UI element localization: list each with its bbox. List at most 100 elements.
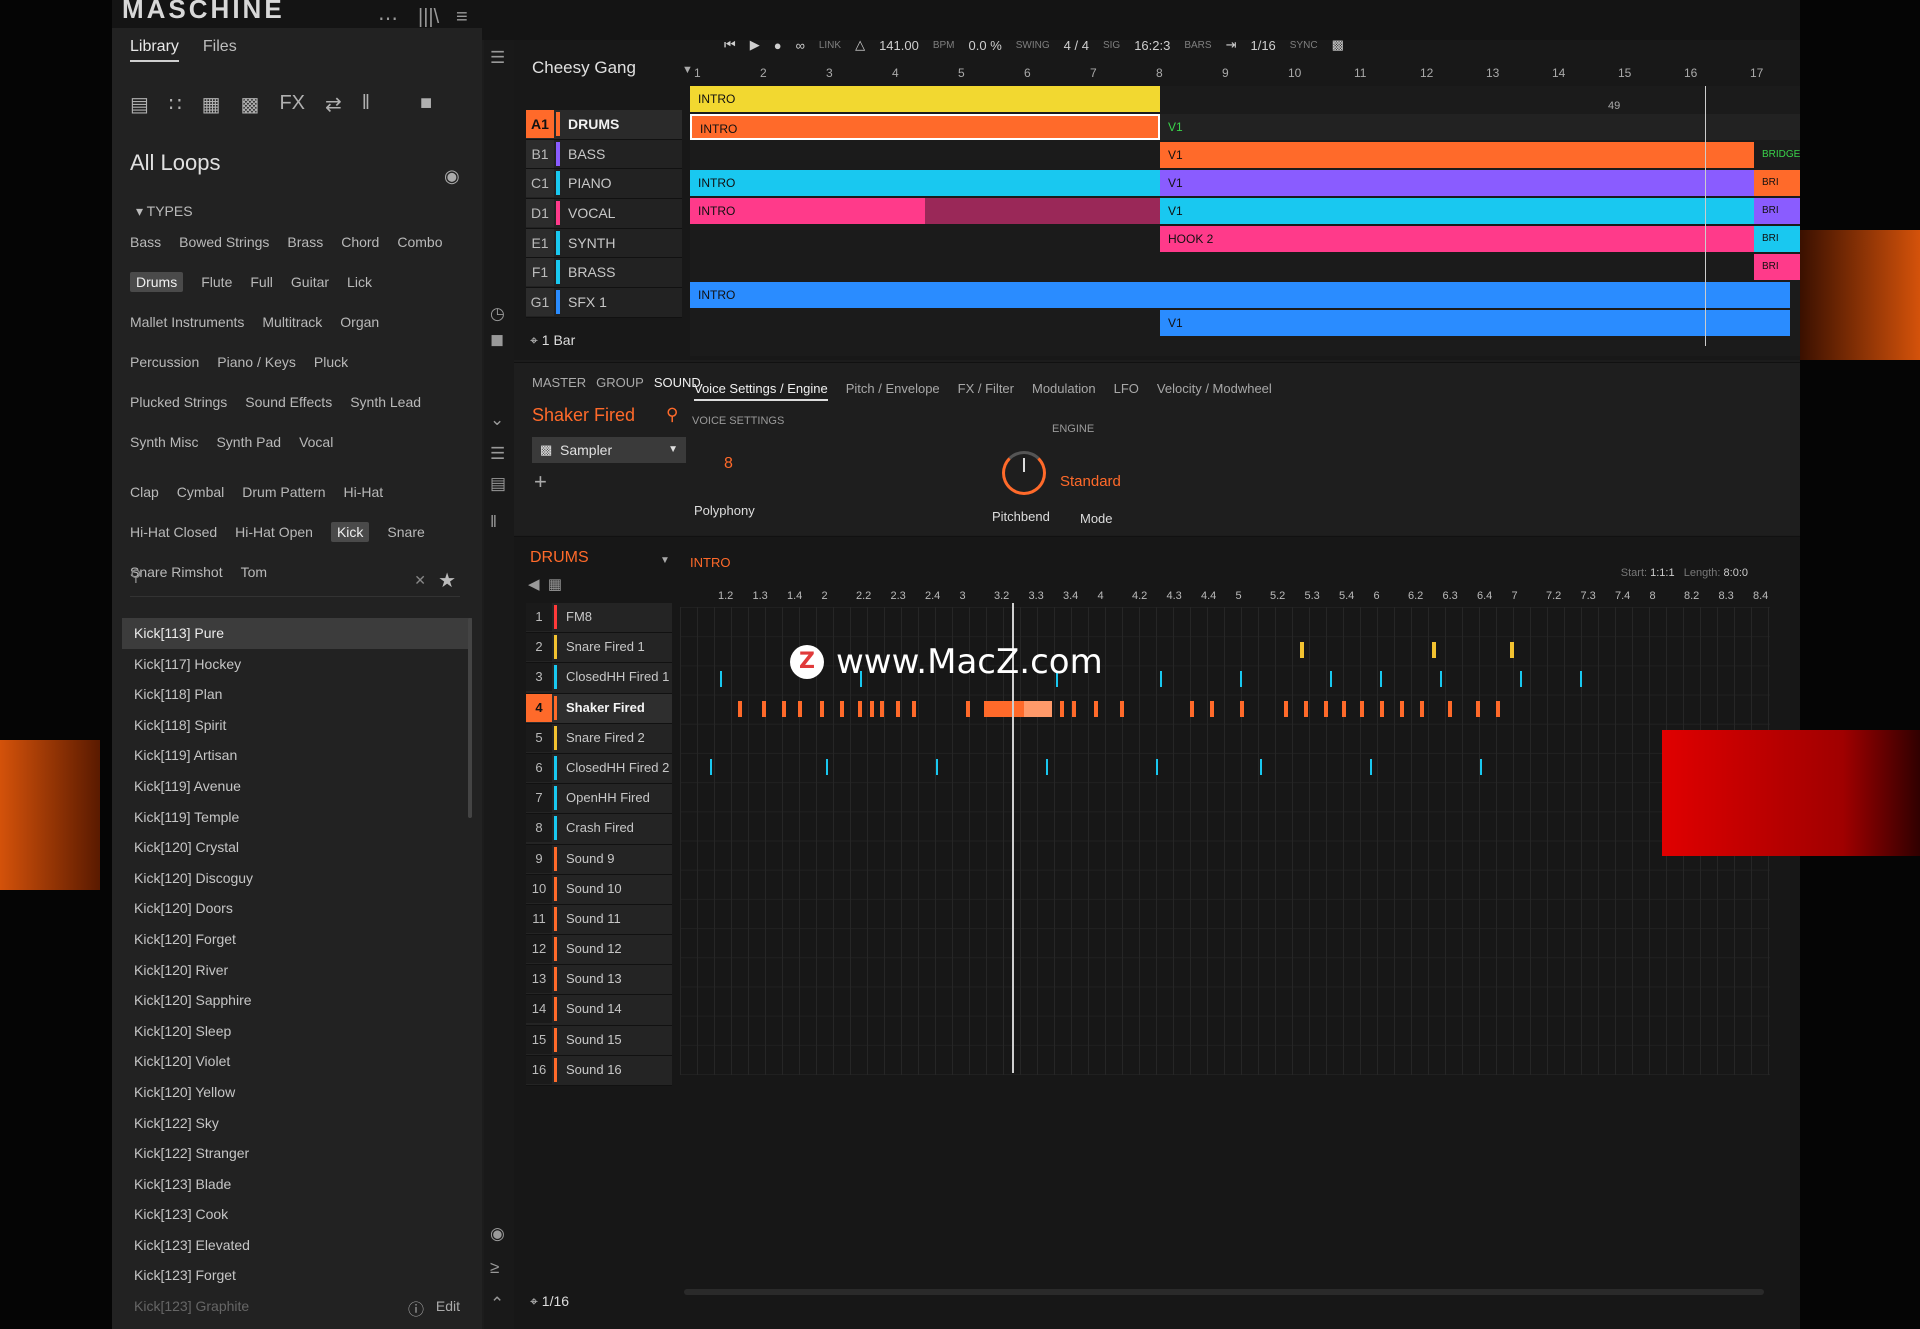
tempo-value[interactable]: 141.00 bbox=[879, 38, 919, 53]
note-event[interactable] bbox=[1324, 700, 1328, 717]
tab-fx-filter[interactable]: FX / Filter bbox=[958, 381, 1014, 401]
tag[interactable]: Cymbal bbox=[177, 482, 224, 502]
note-event[interactable] bbox=[710, 759, 712, 775]
note-event[interactable] bbox=[1304, 700, 1308, 717]
group-row[interactable]: D1 VOCAL bbox=[526, 199, 682, 229]
pitchbend-knob[interactable] bbox=[1002, 451, 1046, 495]
chevron-up-icon[interactable]: ⌃ bbox=[490, 1294, 504, 1314]
tag[interactable]: Full bbox=[250, 272, 273, 292]
sound-row[interactable]: 9 Sound 9 bbox=[526, 844, 672, 875]
clock-icon[interactable]: ◷ bbox=[490, 304, 505, 324]
note-event[interactable] bbox=[1284, 700, 1288, 717]
clip-bass-v1[interactable]: V1 bbox=[1160, 114, 1800, 140]
tag[interactable]: Clap bbox=[130, 482, 159, 502]
sound-row[interactable]: 6 ClosedHH Fired 2 bbox=[526, 753, 672, 785]
tab-modulation[interactable]: Modulation bbox=[1032, 381, 1096, 401]
note-event[interactable] bbox=[1448, 700, 1452, 717]
note-event[interactable] bbox=[912, 700, 916, 717]
signature-value[interactable]: 4 / 4 bbox=[1064, 38, 1089, 53]
one-shots-icon[interactable]: ‖ bbox=[362, 92, 370, 117]
tag[interactable]: Lick bbox=[347, 272, 372, 292]
follow-icon[interactable]: ⇥ bbox=[1226, 37, 1237, 53]
link-button[interactable]: LINK bbox=[819, 40, 841, 51]
tag[interactable]: Flute bbox=[201, 272, 232, 292]
note-event[interactable] bbox=[826, 759, 828, 775]
note-event[interactable] bbox=[1480, 759, 1482, 775]
tab-library[interactable]: Library bbox=[130, 38, 179, 62]
note-event[interactable] bbox=[966, 700, 970, 717]
tag[interactable]: Hi-Hat bbox=[344, 482, 384, 502]
grid-resolution[interactable]: ⌖ 1/16 bbox=[530, 1293, 569, 1310]
pad-grid-icon[interactable]: ▦ bbox=[548, 576, 562, 593]
list-item[interactable]: Kick[123] Forget bbox=[122, 1260, 472, 1291]
sound-row[interactable]: 10 Sound 10 bbox=[526, 874, 672, 905]
pattern-name[interactable]: INTRO bbox=[690, 555, 730, 570]
note-event[interactable] bbox=[720, 671, 722, 688]
note-event[interactable] bbox=[1300, 642, 1304, 659]
note-event[interactable] bbox=[1440, 671, 1442, 688]
group-row[interactable]: E1 SYNTH bbox=[526, 228, 682, 259]
tag[interactable]: Combo bbox=[397, 232, 442, 252]
record-icon[interactable]: ● bbox=[774, 38, 782, 53]
groups-icon[interactable]: ∷ bbox=[169, 92, 182, 117]
clip-bridge-pink[interactable]: BRI bbox=[1754, 254, 1800, 280]
note-event[interactable] bbox=[1072, 700, 1076, 717]
group-row[interactable]: C1 PIANO bbox=[526, 169, 682, 200]
play-icon[interactable]: ▶ bbox=[750, 37, 760, 53]
note-event[interactable] bbox=[1210, 700, 1214, 717]
note-event[interactable] bbox=[880, 700, 884, 717]
sound-row[interactable]: 2 Snare Fired 1 bbox=[526, 633, 672, 664]
note-event[interactable] bbox=[1432, 642, 1436, 659]
clip-piano-intro[interactable]: INTRO bbox=[690, 170, 1160, 196]
record-mode-icon[interactable]: ◉ bbox=[490, 1224, 505, 1244]
tag[interactable]: Hi-Hat Closed bbox=[130, 522, 217, 542]
sound-row[interactable]: 1 FM8 bbox=[526, 603, 672, 634]
note-event[interactable] bbox=[1094, 700, 1098, 717]
clip-drums-intro[interactable]: INTRO bbox=[690, 114, 1160, 140]
arrange-icon[interactable]: ☰ bbox=[490, 48, 505, 68]
note-event[interactable] bbox=[896, 700, 900, 717]
note-event[interactable] bbox=[1046, 759, 1048, 775]
loop-icon[interactable]: ⇄ bbox=[325, 92, 342, 117]
clip-bridge-cyan[interactable]: BRI bbox=[1754, 226, 1800, 252]
mixer-toggle-icon[interactable]: ≡ bbox=[456, 6, 468, 29]
list-item[interactable]: Kick[123] Elevated bbox=[122, 1230, 472, 1261]
list-item[interactable]: Kick[123] Cook bbox=[122, 1199, 472, 1230]
list-item[interactable]: Kick[120] Forget bbox=[122, 924, 472, 955]
library-toggle-icon[interactable]: |||\ bbox=[418, 6, 439, 29]
note-event[interactable] bbox=[1060, 700, 1064, 717]
list-item[interactable]: Kick[122] Sky bbox=[122, 1108, 472, 1139]
note-event[interactable] bbox=[1520, 671, 1522, 688]
favorite-star-icon[interactable]: ★ bbox=[438, 568, 456, 593]
keyboard-icon[interactable]: ▩ bbox=[1332, 37, 1344, 53]
note-event[interactable] bbox=[1360, 700, 1364, 717]
arranger-timeline[interactable]: 1 2 3 4 5 6 7 8 9 10 11 12 13 14 15 16 17 bbox=[690, 62, 1800, 87]
tag[interactable]: Brass bbox=[287, 232, 323, 252]
list-item[interactable]: Kick[120] Sapphire bbox=[122, 985, 472, 1016]
note-event[interactable] bbox=[1342, 700, 1346, 717]
quantize-value[interactable]: 1/16 bbox=[1250, 38, 1275, 53]
list-item[interactable]: Kick[118] Spirit bbox=[122, 710, 472, 741]
metronome-icon[interactable]: △ bbox=[855, 37, 865, 53]
clip-sfx2-v1[interactable]: V1 bbox=[1160, 310, 1790, 336]
collapse-icon[interactable]: ⌄ bbox=[490, 410, 504, 430]
note-event[interactable] bbox=[1240, 700, 1244, 717]
note-event[interactable] bbox=[1330, 671, 1332, 688]
tag[interactable]: Plucked Strings bbox=[130, 392, 227, 412]
audio-view-icon[interactable]: ‖ bbox=[490, 512, 497, 532]
clip-hook2[interactable]: HOOK 2 bbox=[1160, 226, 1800, 252]
note-event[interactable] bbox=[1024, 700, 1052, 717]
sound-row[interactable]: 8 Crash Fired bbox=[526, 814, 672, 845]
mode-value[interactable]: Standard bbox=[1060, 473, 1121, 490]
sound-row[interactable]: 5 Snare Fired 2 bbox=[526, 723, 672, 754]
list-item[interactable]: Kick[117] Hockey bbox=[122, 649, 472, 680]
clip-synth-v1[interactable]: V1 bbox=[1160, 198, 1800, 224]
chevron-down-icon[interactable]: ▼ bbox=[660, 555, 670, 566]
project-icon[interactable]: ▤ bbox=[130, 92, 149, 117]
note-event[interactable] bbox=[840, 700, 844, 717]
sound-row[interactable]: 15 Sound 15 bbox=[526, 1025, 672, 1056]
tab-lfo[interactable]: LFO bbox=[1114, 381, 1139, 401]
list-item[interactable]: Kick[119] Temple bbox=[122, 802, 472, 833]
tab-velocity[interactable]: Velocity / Modwheel bbox=[1157, 381, 1272, 401]
clip-sfx-intro[interactable]: INTRO bbox=[690, 282, 1790, 308]
